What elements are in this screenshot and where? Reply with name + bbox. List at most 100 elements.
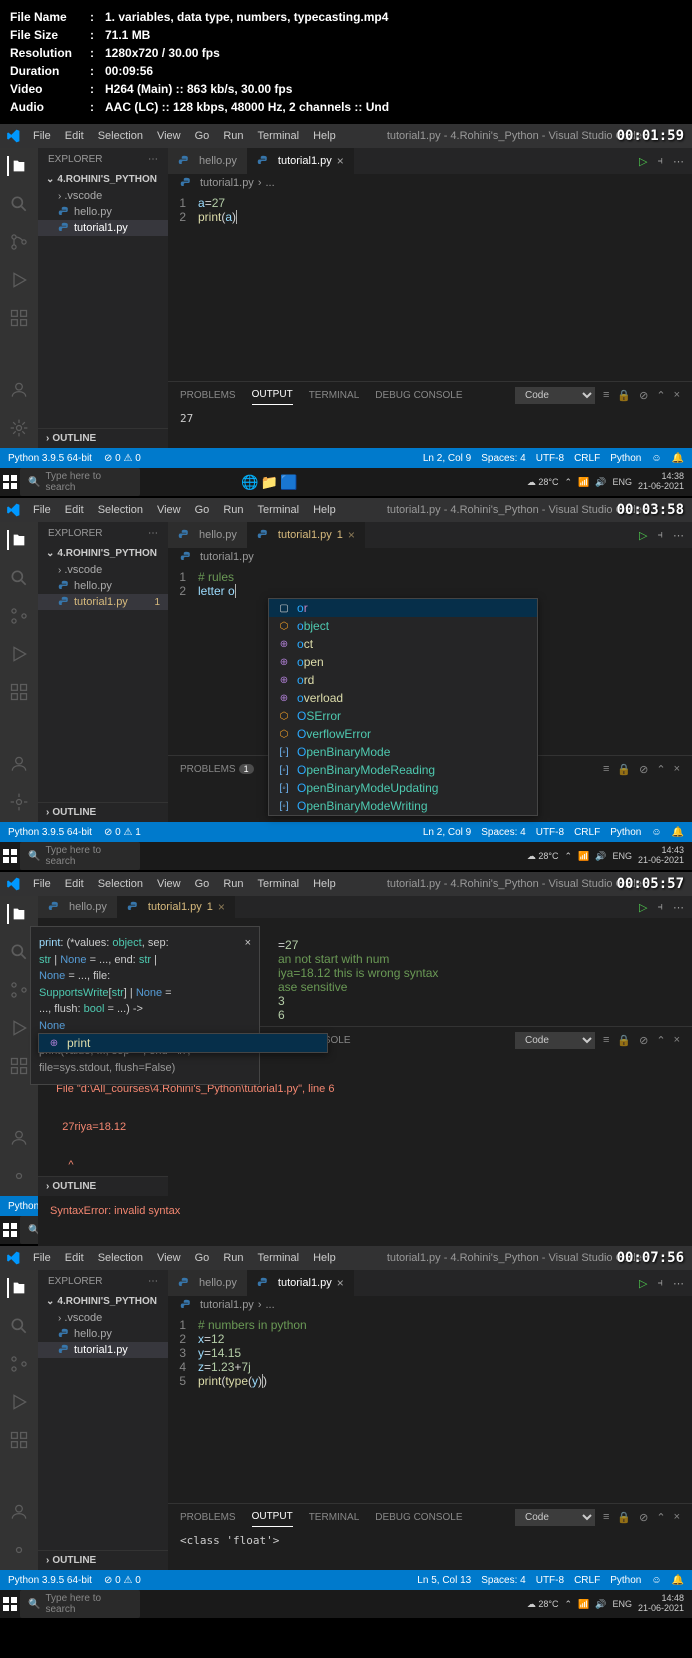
split-icon[interactable]: ⫞ (658, 155, 664, 168)
tray-wifi-icon[interactable]: 📶 (578, 477, 589, 488)
weather-icon[interactable]: ☁ 28°C (527, 477, 559, 488)
menu-file[interactable]: File (26, 130, 58, 142)
status-encoding[interactable]: UTF-8 (536, 453, 564, 464)
search-icon[interactable] (9, 942, 29, 962)
run-icon[interactable]: ▷ (639, 529, 647, 542)
outline-section[interactable]: ›OUTLINE (38, 428, 168, 448)
menu-go[interactable]: Go (188, 130, 217, 142)
filter-icon[interactable]: ≡ (603, 389, 609, 401)
settings-icon[interactable] (9, 1540, 29, 1560)
project-folder[interactable]: ⌄4.ROHINI'S_PYTHON (38, 171, 168, 188)
status-python[interactable]: Python 3.9.5 64-bit (8, 453, 92, 464)
ac-item-openbinarymodeupdating[interactable]: [◦]OpenBinaryModeUpdating (269, 779, 537, 797)
ac-item-oserror[interactable]: ⬡OSError (269, 707, 537, 725)
status-feedback[interactable]: ☺ (651, 453, 661, 464)
ac-item-openbinarymode[interactable]: [◦]OpenBinaryMode (269, 743, 537, 761)
account-icon[interactable] (9, 1502, 29, 1522)
status-bell[interactable]: 🔔 (672, 453, 684, 464)
file-tutorial1[interactable]: tutorial1.py (38, 220, 168, 236)
windows-start-icon[interactable] (2, 848, 18, 864)
explorer-icon[interactable] (7, 530, 27, 550)
output-select[interactable]: Code (515, 387, 595, 404)
run-debug-icon[interactable] (9, 1392, 29, 1412)
output-tab[interactable]: OUTPUT (252, 385, 293, 405)
ac-item-ord[interactable]: ⊕ord (269, 671, 537, 689)
account-icon[interactable] (9, 754, 29, 774)
explorer-icon[interactable] (7, 1278, 27, 1298)
more-icon[interactable]: ⋯ (148, 154, 158, 165)
lock-icon[interactable]: 🔒 (617, 389, 631, 402)
tray-volume-icon[interactable]: 🔊 (595, 477, 606, 488)
extensions-icon[interactable] (9, 1056, 29, 1076)
tray-lang[interactable]: ENG (612, 477, 632, 487)
windows-start-icon[interactable] (2, 1596, 18, 1612)
autocomplete-popup[interactable]: ▢or ⬡object ⊕oct ⊕open ⊕ord ⊕overload ⬡O… (268, 598, 538, 816)
taskbar-app-icon[interactable]: 🟦 (280, 474, 297, 491)
settings-icon[interactable] (9, 792, 29, 812)
close-icon[interactable]: × (337, 154, 344, 168)
menu-terminal[interactable]: Terminal (251, 130, 307, 142)
ac-item-or[interactable]: ▢or (269, 599, 537, 617)
search-icon[interactable] (9, 568, 29, 588)
code-editor[interactable]: 1a=27 2print(a) (168, 192, 692, 381)
debug-console-tab[interactable]: DEBUG CONSOLE (375, 386, 462, 405)
source-control-icon[interactable] (9, 232, 29, 252)
taskbar-search[interactable]: 🔍 Type here to search (20, 468, 140, 496)
source-control-icon[interactable] (9, 980, 29, 1000)
tray-chevron-icon[interactable]: ⌃ (564, 477, 572, 488)
extensions-icon[interactable] (9, 308, 29, 328)
close-icon[interactable]: × (245, 935, 251, 952)
account-icon[interactable] (9, 380, 29, 400)
folder-vscode[interactable]: ›.vscode (38, 188, 168, 204)
chevron-up-icon[interactable]: ⌃ (656, 389, 665, 402)
search-icon[interactable] (9, 1316, 29, 1336)
status-position[interactable]: Ln 2, Col 9 (423, 453, 471, 464)
source-control-icon[interactable] (9, 1354, 29, 1374)
ac-item-overflowerror[interactable]: ⬡OverflowError (269, 725, 537, 743)
clear-icon[interactable]: ⊘ (639, 389, 648, 402)
windows-start-icon[interactable] (2, 474, 18, 490)
tab-hello[interactable]: hello.py (168, 522, 247, 548)
extensions-icon[interactable] (9, 682, 29, 702)
tray-clock[interactable]: 14:3821-06-2021 (638, 472, 684, 492)
menu-view[interactable]: View (150, 130, 188, 142)
run-debug-icon[interactable] (9, 1018, 29, 1038)
file-hello[interactable]: hello.py (38, 204, 168, 220)
explorer-icon[interactable] (7, 156, 27, 176)
settings-icon[interactable] (9, 1166, 29, 1186)
close-icon[interactable]: × (674, 389, 680, 401)
tab-tutorial1[interactable]: tutorial1.py 1× (247, 522, 365, 548)
taskbar-app-icon[interactable]: 📁 (261, 474, 278, 491)
search-icon[interactable] (9, 194, 29, 214)
ac-item-object[interactable]: ⬡object (269, 617, 537, 635)
tab-hello[interactable]: hello.py (168, 148, 247, 174)
breadcrumb[interactable]: tutorial1.py›... (168, 174, 692, 192)
ac-item-open[interactable]: ⊕open (269, 653, 537, 671)
autocomplete-popup[interactable]: ⊕print (38, 1033, 328, 1053)
run-icon[interactable]: ▷ (639, 155, 647, 168)
ac-item-openbinarymodereading[interactable]: [◦]OpenBinaryModeReading (269, 761, 537, 779)
ac-item-openbinarymodewriting[interactable]: [◦]OpenBinaryModeWriting (269, 797, 537, 815)
file-tutorial1[interactable]: tutorial1.py1 (38, 594, 168, 610)
code-editor[interactable]: 1# numbers in python 2x=12 3y=14.15 4z=1… (168, 1314, 692, 1503)
run-debug-icon[interactable] (9, 270, 29, 290)
file-hello[interactable]: hello.py (38, 578, 168, 594)
account-icon[interactable] (9, 1128, 29, 1148)
extensions-icon[interactable] (9, 1430, 29, 1450)
menu-run[interactable]: Run (216, 130, 250, 142)
terminal-tab[interactable]: TERMINAL (309, 386, 360, 405)
menu-edit[interactable]: Edit (58, 130, 91, 142)
status-spaces[interactable]: Spaces: 4 (481, 453, 525, 464)
more-icon[interactable]: ⋯ (673, 155, 684, 168)
menu-selection[interactable]: Selection (91, 130, 150, 142)
ac-item-overload[interactable]: ⊕overload (269, 689, 537, 707)
code-editor[interactable]: 1# rules 2letter o ▢or ⬡object ⊕oct ⊕ope… (168, 566, 692, 755)
taskbar-app-icon[interactable]: 🌐 (241, 474, 258, 491)
explorer-icon[interactable] (7, 904, 27, 924)
tab-tutorial1[interactable]: tutorial1.py× (247, 148, 354, 174)
status-problems[interactable]: ⊘ 0 ⚠ 0 (104, 453, 141, 464)
ac-item-oct[interactable]: ⊕oct (269, 635, 537, 653)
windows-start-icon[interactable] (2, 1222, 18, 1238)
settings-icon[interactable] (9, 418, 29, 438)
run-debug-icon[interactable] (9, 644, 29, 664)
